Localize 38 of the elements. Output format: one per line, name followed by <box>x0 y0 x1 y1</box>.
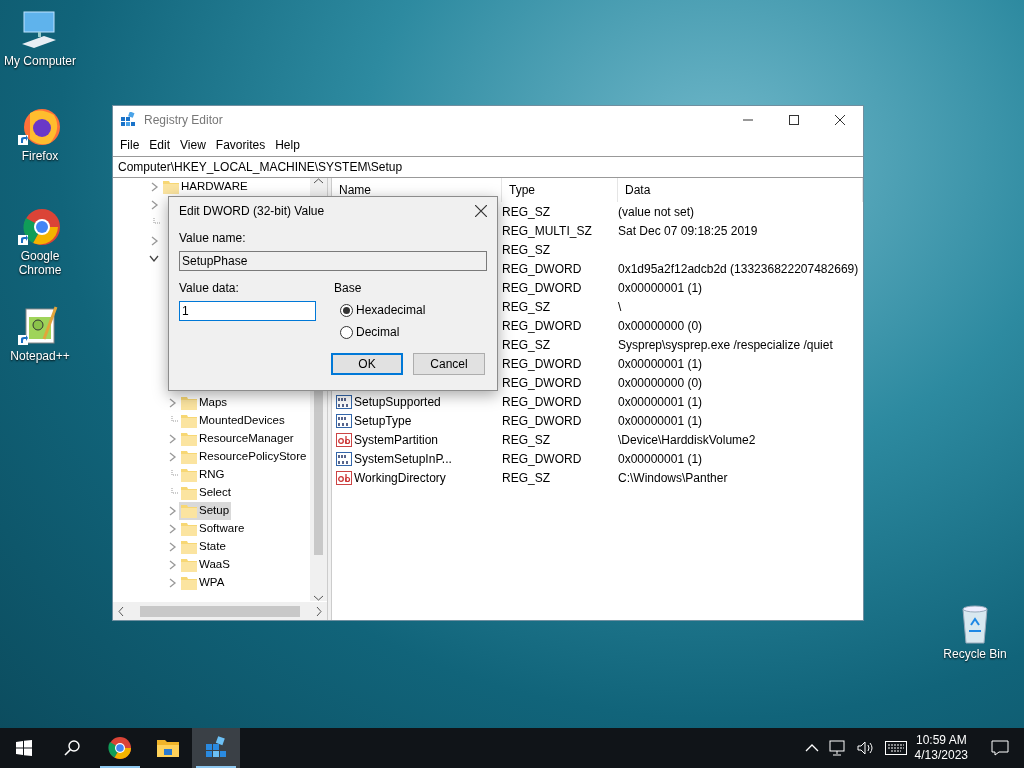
value-type: REG_MULTI_SZ <box>502 222 593 240</box>
value-type: REG_SZ <box>502 431 551 449</box>
radio-label: Decimal <box>356 324 400 341</box>
group-label: Base <box>334 280 363 297</box>
value-type: REG_SZ <box>502 241 551 259</box>
value-data: 0x00000001 (1) <box>618 412 704 430</box>
value-data: 0x00000001 (1) <box>618 279 704 297</box>
value-type: REG_DWORD <box>502 355 583 373</box>
value-data: (value not set) <box>618 203 696 221</box>
value-data: \Device\HarddiskVolume2 <box>618 431 757 449</box>
dialog-title: Edit DWORD (32-bit) Value <box>179 203 325 220</box>
value-type: REG_SZ <box>502 336 551 354</box>
value-type: REG_DWORD <box>502 374 583 392</box>
value-type: REG_DWORD <box>502 393 583 411</box>
value-type: REG_DWORD <box>502 412 583 430</box>
date-text: 4/13/2023 <box>914 748 968 763</box>
value-data: 0x1d95a2f12adcb2d (133236822207482669) <box>618 260 860 278</box>
value-data: 0x00000000 (0) <box>618 374 704 392</box>
value-data: Sysprep\sysprep.exe /respecialize /quiet <box>618 336 834 354</box>
value-data: Sat Dec 07 09:18:25 2019 <box>618 222 759 240</box>
value-type: REG_DWORD <box>502 279 583 297</box>
value-type: REG_SZ <box>502 203 551 221</box>
field-label: Value data: <box>179 280 240 297</box>
radio-label: Hexadecimal <box>356 302 426 319</box>
value-type: REG_DWORD <box>502 450 583 468</box>
value-data: 0x00000001 (1) <box>618 450 704 468</box>
window-title: Registry Editor <box>144 112 224 129</box>
value-data: 0x00000001 (1) <box>618 355 704 373</box>
value-data: 0x00000000 (0) <box>618 317 704 335</box>
value-type: REG_SZ <box>502 469 551 487</box>
value-data: \ <box>618 298 623 316</box>
value-data: C:\Windows\Panther <box>618 469 729 487</box>
time-text: 10:59 AM <box>915 733 967 748</box>
value-type: REG_DWORD <box>502 317 583 335</box>
value-type: REG_SZ <box>502 298 551 316</box>
value-type: REG_DWORD <box>502 260 583 278</box>
field-label: Value name: <box>179 230 247 247</box>
value-data: 0x00000001 (1) <box>618 393 704 411</box>
